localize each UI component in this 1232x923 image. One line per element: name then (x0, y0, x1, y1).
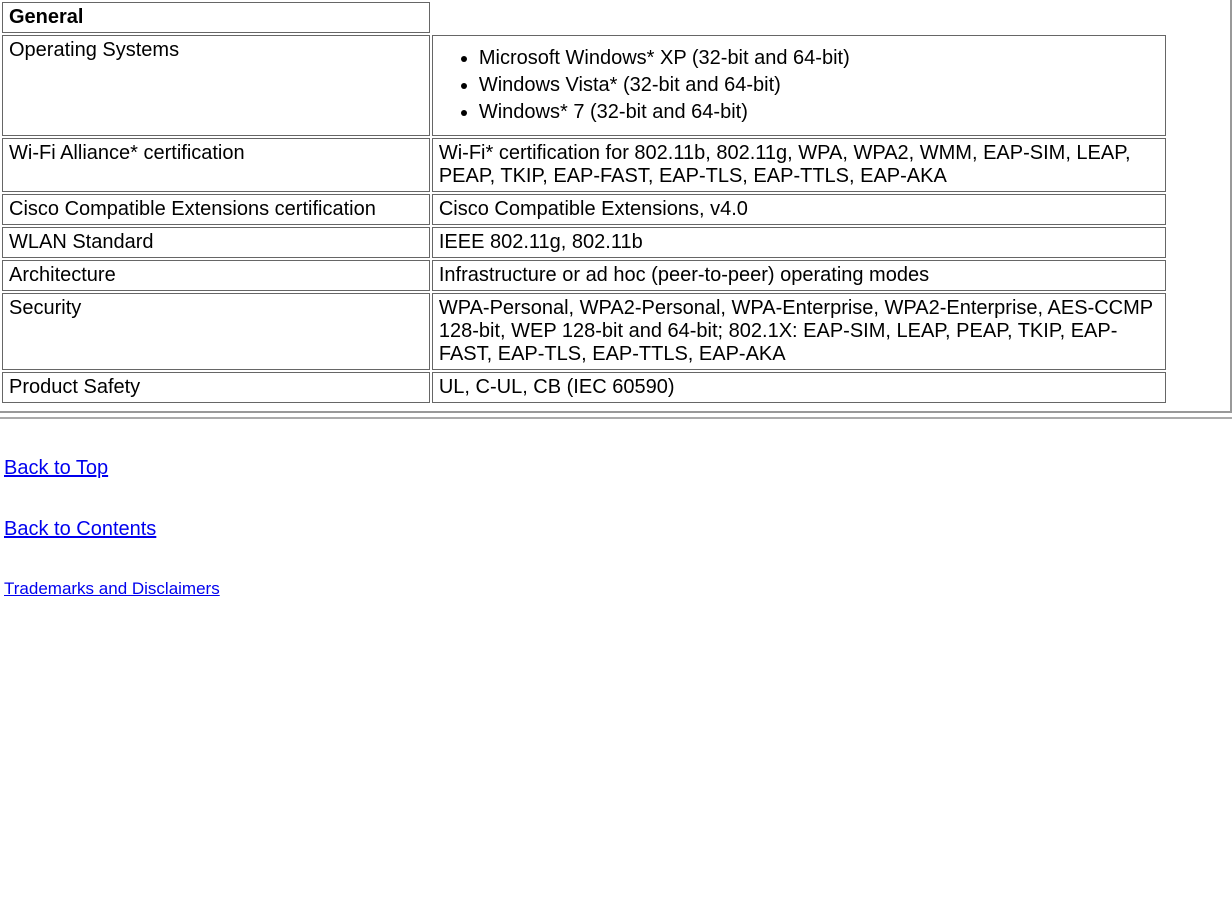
table-header-row: General (2, 2, 1166, 33)
back-to-contents-link[interactable]: Back to Contents (4, 518, 156, 540)
specs-table: General Operating Systems Microsoft Wind… (0, 0, 1168, 405)
spec-value: IEEE 802.11g, 802.11b (432, 227, 1166, 258)
table-row: Cisco Compatible Extensions certificatio… (2, 194, 1166, 225)
table-row: Operating Systems Microsoft Windows* XP … (2, 35, 1166, 136)
spec-value: UL, C-UL, CB (IEC 60590) (432, 372, 1166, 403)
links-section: Back to Top Back to Contents Trademarks … (0, 457, 1232, 599)
empty-cell (432, 2, 1166, 33)
trademarks-link[interactable]: Trademarks and Disclaimers (4, 579, 220, 598)
table-row: Architecture Infrastructure or ad hoc (p… (2, 260, 1166, 291)
table-row: Wi-Fi Alliance* certification Wi-Fi* cer… (2, 138, 1166, 192)
link-wrapper: Back to Contents (4, 518, 1232, 541)
spec-value: WPA-Personal, WPA2-Personal, WPA-Enterpr… (432, 293, 1166, 370)
table-row: Product Safety UL, C-UL, CB (IEC 60590) (2, 372, 1166, 403)
spec-value: Microsoft Windows* XP (32-bit and 64-bit… (432, 35, 1166, 136)
spec-label: WLAN Standard (2, 227, 430, 258)
spec-label: Operating Systems (2, 35, 430, 136)
spec-label: Architecture (2, 260, 430, 291)
spec-label: Product Safety (2, 372, 430, 403)
divider (0, 417, 1232, 419)
back-to-top-link[interactable]: Back to Top (4, 457, 108, 479)
spec-label: Wi-Fi Alliance* certification (2, 138, 430, 192)
list-item: Microsoft Windows* XP (32-bit and 64-bit… (479, 45, 1159, 72)
spec-value: Wi-Fi* certification for 802.11b, 802.11… (432, 138, 1166, 192)
table-row: Security WPA-Personal, WPA2-Personal, WP… (2, 293, 1166, 370)
list-item: Windows Vista* (32-bit and 64-bit) (479, 72, 1159, 99)
spec-value: Cisco Compatible Extensions, v4.0 (432, 194, 1166, 225)
link-wrapper: Trademarks and Disclaimers (4, 579, 1232, 599)
os-list: Microsoft Windows* XP (32-bit and 64-bit… (439, 45, 1159, 126)
table-row: WLAN Standard IEEE 802.11g, 802.11b (2, 227, 1166, 258)
spec-label: Security (2, 293, 430, 370)
content-container: General Operating Systems Microsoft Wind… (0, 0, 1232, 413)
table-header-cell: General (2, 2, 430, 33)
spec-value: Infrastructure or ad hoc (peer-to-peer) … (432, 260, 1166, 291)
spec-label: Cisco Compatible Extensions certificatio… (2, 194, 430, 225)
link-wrapper: Back to Top (4, 457, 1232, 480)
list-item: Windows* 7 (32-bit and 64-bit) (479, 99, 1159, 126)
